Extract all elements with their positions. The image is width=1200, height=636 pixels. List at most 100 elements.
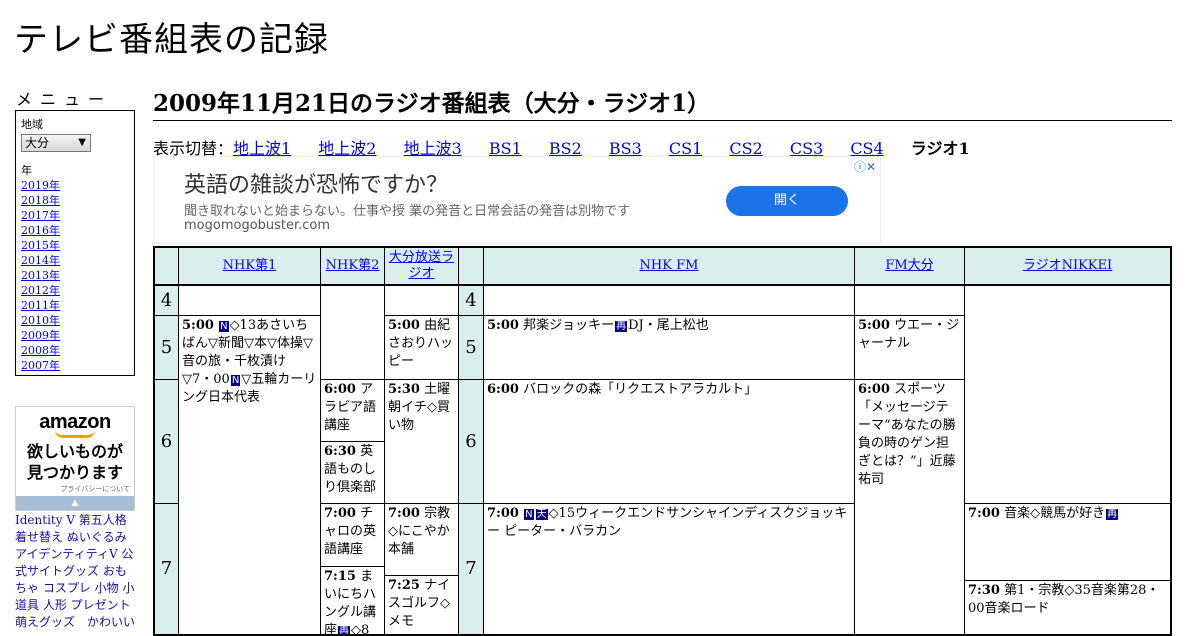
program-cell[interactable]: 6:00 バロックの森「リクエストアラカルト」	[483, 379, 855, 504]
program-cell-empty	[178, 285, 321, 316]
ad-info-close-icon[interactable]: ⓘ✕	[854, 158, 876, 175]
channel-link-nhk2[interactable]: NHK第2	[326, 258, 380, 274]
channel-header-nhkfm: NHK FM	[483, 247, 855, 285]
program-title: 音楽◇競馬が好き	[1004, 506, 1106, 521]
program-title-cont: DJ・尾上松也	[628, 318, 709, 333]
weather-badge-icon: 天	[535, 509, 548, 520]
program-time: 6:00	[858, 382, 890, 397]
channel-header-fmoita: FM大分	[854, 247, 965, 285]
channel-link-nhkfm[interactable]: NHK FM	[640, 258, 699, 274]
menu-heading: メニュー	[16, 90, 113, 109]
program-time: 5:00	[182, 318, 214, 333]
year-link-2007[interactable]: 2007年	[21, 358, 129, 373]
hour-label: 4	[465, 289, 477, 311]
channel-header-nikkei: ラジオNIKKEI	[964, 247, 1171, 285]
program-cell-empty	[854, 285, 965, 316]
year-link-2008[interactable]: 2008年	[21, 343, 129, 358]
region-select[interactable]: 大分 ▼	[21, 134, 91, 152]
channel-header-nhk1: NHK第1	[178, 247, 321, 285]
year-link-2017[interactable]: 2017年	[21, 208, 129, 223]
program-time: 6:30	[324, 444, 356, 459]
news-badge-icon: N	[230, 375, 241, 386]
program-cell[interactable]: 5:30 土曜朝イチ◇買い物	[384, 379, 459, 504]
channel-link-obs[interactable]: 大分放送ラジオ	[387, 250, 456, 282]
program-cell[interactable]: 7:00 宗教◇にこやか本舗	[384, 503, 459, 576]
program-cell[interactable]: 5:00 邦楽ジョッキー再 DJ・尾上松也	[483, 315, 855, 380]
hour-label: 6	[465, 430, 477, 452]
program-time: 7:30	[968, 583, 1000, 598]
hour-label: 7	[465, 558, 477, 579]
program-time: 5:30	[388, 382, 420, 397]
program-cell[interactable]: 6:00 アラビア語講座	[320, 379, 385, 442]
program-time: 7:00	[487, 506, 519, 521]
ad-domain[interactable]: mogomogobuster.com	[184, 218, 330, 233]
channel-link-nhk1[interactable]: NHK第1	[223, 258, 277, 274]
program-cell-empty	[384, 285, 459, 316]
amazon-logo: amazon	[39, 411, 111, 433]
text-ad[interactable]: 英語の雑談が恐怖ですか？ 聞き取れないと始まらない。仕事や授 業の発音と日常会話…	[153, 156, 881, 244]
amazon-ad[interactable]: amazon 欲しいものが 見つかります プライバシーについて ▲	[15, 406, 135, 511]
switch-current: ラジオ1	[910, 139, 970, 158]
program-cell[interactable]: 6:00 スポーツ「メッセージテーマ“あなたの勝負の時のゲン担ぎとは？”」近藤祐…	[854, 379, 965, 635]
year-label: 年	[21, 164, 32, 177]
program-cell[interactable]: 7:25 ナイスゴルフ◇メモ	[384, 575, 459, 635]
year-link-2018[interactable]: 2018年	[21, 193, 129, 208]
hour-label: 5	[465, 336, 477, 358]
ad-headline[interactable]: 英語の雑談が恐怖ですか？	[184, 167, 448, 199]
news-badge-icon: N	[524, 509, 534, 520]
year-list: 2019年 2018年 2017年 2016年 2015年 2014年 2013…	[21, 178, 129, 373]
program-cell[interactable]: 7:30 第1・宗教◇35音楽第28・00音楽ロード	[964, 580, 1171, 635]
region-select-value: 大分	[25, 136, 50, 150]
rerun-badge-icon: 再	[338, 626, 351, 635]
program-cell[interactable]: 5:00 N ◇13あさいちばん▽新聞▽本▽体操▽音の旅・千枚漬け▽7・00 N ▽五…	[178, 315, 321, 635]
year-link-2019[interactable]: 2019年	[21, 178, 129, 193]
channel-link-fmoita[interactable]: FM大分	[885, 258, 933, 274]
region-label: 地域	[21, 118, 43, 131]
program-cell[interactable]: 7:00 N 天 ◇15ウィークエンドサンシャインディスクジョッキー ピーター・バラ…	[483, 503, 855, 635]
site-title: テレビ番組表の記録	[14, 20, 329, 60]
year-link-2014[interactable]: 2014年	[21, 253, 129, 268]
year-link-2009[interactable]: 2009年	[21, 328, 129, 343]
hour-cell-4-right: 4	[458, 285, 484, 316]
rerun-badge-icon: 再	[1106, 509, 1119, 520]
channel-link-nikkei[interactable]: ラジオNIKKEI	[1023, 258, 1112, 274]
year-link-2010[interactable]: 2010年	[21, 313, 129, 328]
tag-links: Identity V 第五人格 着せ替え ぬいぐるみ アイデンティティV 公式サ…	[15, 512, 137, 631]
tag-link[interactable]: Identity V 第五人格 着せ替え ぬいぐるみ アイデンティティV 公式サ…	[15, 513, 135, 629]
program-time: 6:00	[487, 382, 519, 397]
program-cell[interactable]: 7:00 音楽◇競馬が好き再	[964, 503, 1171, 581]
year-link-2011[interactable]: 2011年	[21, 298, 129, 313]
program-cell[interactable]: 6:30 英語ものしり倶楽部	[320, 441, 385, 504]
rerun-badge-icon: 再	[615, 321, 628, 332]
amazon-text: 欲しいものが 見つかります	[16, 442, 134, 484]
amazon-text-line2: 見つかります	[26, 465, 123, 482]
year-link-2012[interactable]: 2012年	[21, 283, 129, 298]
program-cell[interactable]: 5:00 ウエー・ジャーナル	[854, 315, 965, 380]
ad-body: 聞き取れないと始まらない。仕事や授 業の発音と日常会話の発音は別物です	[184, 204, 631, 219]
hour-cell-6-right: 6	[458, 379, 484, 504]
program-cell[interactable]: 7:00 チャロの英語講座	[320, 503, 385, 567]
program-cell-empty	[964, 285, 1171, 504]
program-cell[interactable]: 7:15 まいにちハングル講座再 ◇8	[320, 566, 385, 635]
program-cell[interactable]: 5:00 由紀さおりハッピー	[384, 315, 459, 380]
ad-open-button[interactable]: 開く	[726, 186, 848, 216]
hour-cell-7-right: 7	[458, 503, 484, 635]
program-title-cont: ◇8	[351, 623, 370, 635]
year-link-2013[interactable]: 2013年	[21, 268, 129, 283]
program-title: スポーツ「メッセージテーマ“あなたの勝負の時のゲン担ぎとは？”」近藤祐司	[858, 382, 956, 487]
program-time: 7:25	[388, 578, 420, 593]
hour-cell-7: 7	[154, 503, 179, 635]
menu-box: 地域 大分 ▼ 年 2019年 2018年 2017年 2016年 2015年 …	[15, 110, 135, 376]
channel-header-nhk2: NHK第2	[320, 247, 385, 285]
year-link-2015[interactable]: 2015年	[21, 238, 129, 253]
chevron-up-icon[interactable]: ▲	[16, 496, 134, 510]
amazon-privacy-link[interactable]: プライバシーについて	[16, 484, 134, 494]
chevron-down-icon: ▼	[78, 137, 86, 148]
page-title: 2009年11月21日のラジオ番組表（大分・ラジオ1）	[153, 84, 1172, 121]
hour-label: 5	[160, 336, 173, 358]
hour-label: 7	[160, 558, 173, 579]
year-link-2016[interactable]: 2016年	[21, 223, 129, 238]
program-time: 7:00	[968, 506, 1000, 521]
program-time: 7:00	[388, 506, 420, 521]
program-time: 6:00	[324, 382, 356, 397]
